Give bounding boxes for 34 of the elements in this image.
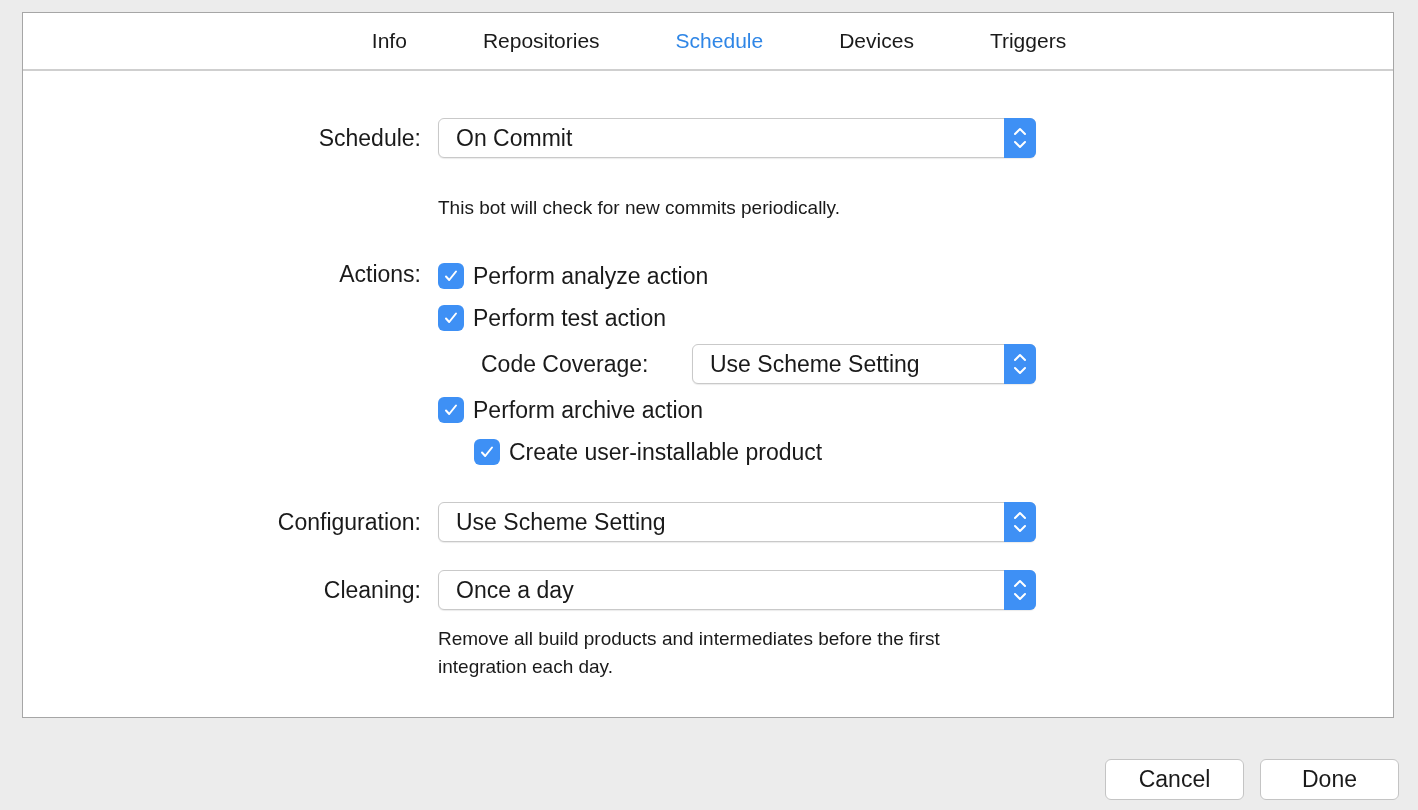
checkbox-label: Perform archive action bbox=[473, 396, 704, 424]
checkbox[interactable] bbox=[438, 305, 464, 331]
tab[interactable]: Schedule bbox=[637, 29, 802, 53]
checkbox-label: Create user-installable product bbox=[509, 438, 823, 466]
stepper-arrows-icon bbox=[1004, 344, 1036, 384]
stepper-arrows-icon bbox=[1004, 118, 1036, 158]
dialog-button[interactable]: Done bbox=[1260, 759, 1399, 800]
field-label: Schedule: bbox=[318, 124, 421, 152]
dropdown[interactable]: Use Scheme Setting bbox=[438, 502, 1036, 542]
dialog-button[interactable]: Cancel bbox=[1105, 759, 1244, 800]
checkmark-icon bbox=[443, 268, 459, 284]
checkbox[interactable] bbox=[438, 263, 464, 289]
help-text: This bot will check for new commits periodically. bbox=[438, 196, 841, 220]
checkmark-icon bbox=[443, 310, 459, 326]
checkmark-icon bbox=[479, 444, 495, 460]
field-label: Actions: bbox=[339, 260, 421, 288]
field-label: Code Coverage: bbox=[481, 350, 649, 378]
checkbox-label: Perform analyze action bbox=[473, 262, 709, 290]
help-text: Remove all build products and intermediates before the first integration each day. bbox=[438, 627, 941, 679]
dropdown[interactable]: On Commit bbox=[438, 118, 1036, 158]
stepper-arrows-icon bbox=[1004, 570, 1036, 610]
checkmark-icon bbox=[443, 402, 459, 418]
dropdown[interactable]: Once a day bbox=[438, 570, 1036, 610]
checkbox[interactable] bbox=[438, 397, 464, 423]
checkbox-label: Perform test action bbox=[473, 304, 667, 332]
field-label: Configuration: bbox=[277, 508, 421, 536]
tab[interactable]: Info bbox=[333, 29, 445, 53]
tab[interactable]: Repositories bbox=[444, 29, 638, 53]
tab[interactable]: Triggers bbox=[951, 29, 1105, 53]
stepper-arrows-icon bbox=[1004, 502, 1036, 542]
checkbox[interactable] bbox=[474, 439, 500, 465]
tab[interactable]: Devices bbox=[801, 29, 952, 53]
dropdown[interactable]: Use Scheme Setting bbox=[692, 344, 1036, 384]
field-label: Cleaning: bbox=[323, 576, 421, 604]
